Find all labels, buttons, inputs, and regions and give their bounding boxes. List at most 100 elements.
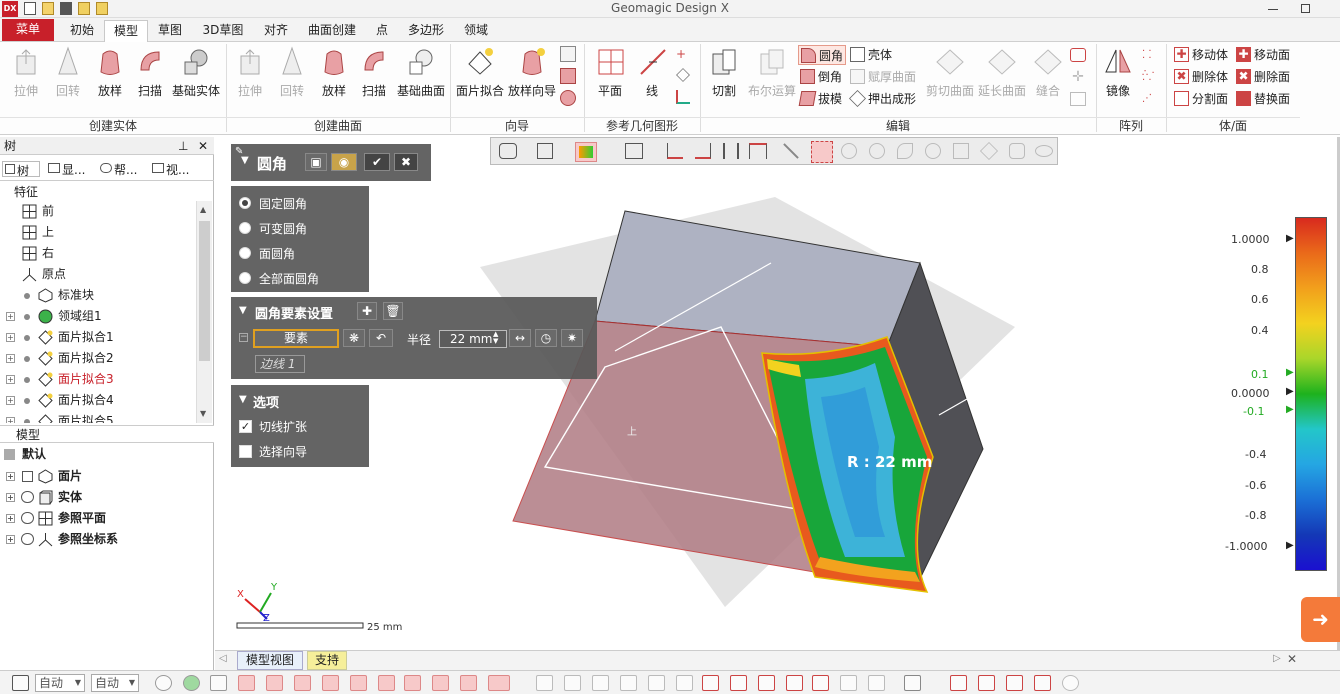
- scroll-up-icon[interactable]: ▲: [200, 205, 206, 214]
- delete-face-button[interactable]: ✖ 删除面: [1234, 67, 1294, 87]
- legend-zero-handle-icon[interactable]: ▶: [1286, 386, 1294, 397]
- circular-pattern-icon[interactable]: ∴ · · ·: [1142, 69, 1158, 86]
- move-body-button[interactable]: ✚ 移动体: [1172, 45, 1232, 65]
- eye-icon[interactable]: [21, 533, 34, 545]
- tree-scrollbar[interactable]: ▲ ▼: [196, 201, 212, 423]
- mode-variable-fillet[interactable]: 可变圆角: [239, 219, 365, 239]
- expand-icon[interactable]: +: [6, 375, 15, 384]
- tree-item-default[interactable]: 默认: [0, 444, 214, 465]
- radio-full-round[interactable]: [239, 272, 251, 284]
- restore-icon[interactable]: [1301, 4, 1310, 13]
- ref-point-icon[interactable]: +: [676, 48, 688, 60]
- fillet-button[interactable]: 圆角: [798, 45, 846, 65]
- visibility-dot[interactable]: [24, 419, 30, 423]
- expand-icon[interactable]: +: [6, 417, 15, 423]
- lock-button[interactable]: ▣: [305, 153, 327, 171]
- mode-face-fillet[interactable]: 面圆角: [239, 244, 365, 264]
- visibility-checkbox[interactable]: [22, 471, 33, 482]
- linear-pattern-icon[interactable]: · · · ·: [1142, 47, 1158, 64]
- delete-element-button[interactable]: 🗑: [383, 302, 403, 320]
- tree-item-origin[interactable]: 原点: [0, 264, 196, 285]
- tab-sketch[interactable]: 草图: [152, 20, 188, 42]
- scroll-thumb[interactable]: [199, 221, 210, 361]
- view-options-icon[interactable]: [904, 675, 921, 691]
- radius-estimate-button[interactable]: ◷: [535, 329, 557, 347]
- tab-model[interactable]: 模型: [104, 20, 148, 42]
- extend-surface-button[interactable]: 延长曲面: [976, 46, 1028, 99]
- expand-icon[interactable]: +: [6, 493, 15, 502]
- snap-icon-7[interactable]: [702, 675, 719, 691]
- filter-combo-1[interactable]: 自动 ▼: [35, 674, 85, 692]
- legend-lower-handle-icon[interactable]: ▶: [1286, 404, 1294, 415]
- tab-menu[interactable]: 菜单: [2, 19, 54, 41]
- legend-max-handle-icon[interactable]: ▶: [1286, 233, 1294, 244]
- tree-tab[interactable]: 树: [2, 161, 40, 178]
- eye-icon[interactable]: [21, 491, 34, 503]
- ref-polygon-icon[interactable]: [676, 68, 690, 82]
- tab-support[interactable]: 支持: [307, 651, 347, 670]
- measure-icon-4[interactable]: [1034, 675, 1051, 691]
- scroll-down-icon[interactable]: ▼: [200, 409, 206, 418]
- extrude-solid-button[interactable]: 拉伸: [6, 46, 46, 99]
- radio-variable[interactable]: [239, 222, 251, 234]
- radius-spinner-icon[interactable]: ▲ ▼: [493, 331, 498, 345]
- revolve-solid-button[interactable]: 回转: [48, 46, 88, 99]
- option-tangent-expansion[interactable]: ✓ 切线扩张: [239, 418, 365, 436]
- tree-item-ref-plane[interactable]: + 参照平面: [0, 508, 214, 529]
- filter-eye-icon-2[interactable]: [266, 675, 283, 691]
- tree-item-mesh-fit-3[interactable]: + 面片拟合3: [0, 369, 196, 390]
- revolve-surface-button[interactable]: 回转: [272, 46, 312, 99]
- primitive-surface-button[interactable]: 基础曲面: [394, 46, 448, 99]
- loft-surface-button[interactable]: 放样: [314, 46, 354, 99]
- snap-icon-4[interactable]: [620, 675, 637, 691]
- edit-small-icon-2[interactable]: ✛: [1070, 70, 1086, 84]
- grid-dots-icon[interactable]: [210, 675, 227, 691]
- emboss-button[interactable]: 押出成形: [848, 89, 918, 109]
- collapse-arrow-icon[interactable]: ▼: [241, 155, 249, 166]
- expand-icon[interactable]: +: [6, 535, 15, 544]
- eye-icon[interactable]: [21, 512, 34, 524]
- legend-upper-handle-icon[interactable]: ▶: [1286, 367, 1294, 378]
- trim-surface-button[interactable]: 剪切曲面: [924, 46, 976, 99]
- tree-item-mesh-fit-4[interactable]: + 面片拟合4: [0, 390, 196, 411]
- filter-eye-icon-5[interactable]: [350, 675, 367, 691]
- chamfer-button[interactable]: 倒角: [798, 67, 846, 87]
- tab-surface-create[interactable]: 曲面创建: [302, 20, 362, 42]
- close-icon[interactable]: ✕: [198, 137, 208, 155]
- measure-icon-3[interactable]: [1006, 675, 1023, 691]
- ref-coordinate-icon[interactable]: [676, 90, 690, 104]
- ok-button[interactable]: ✔: [364, 153, 390, 171]
- tree-item-mesh-fit-1[interactable]: + 面片拟合1: [0, 327, 196, 348]
- selection-wizard-checkbox[interactable]: [239, 445, 252, 458]
- radio-fixed[interactable]: [239, 197, 251, 209]
- boolean-button[interactable]: 布尔运算: [746, 46, 798, 99]
- cancel-button[interactable]: ✖: [394, 153, 418, 171]
- mode-fixed-fillet[interactable]: 固定圆角: [239, 194, 365, 214]
- primitive-solid-button[interactable]: 基础实体: [170, 46, 222, 99]
- filter-eye-icon-10[interactable]: [488, 675, 510, 691]
- pin-icon[interactable]: ⊥: [178, 137, 188, 155]
- sweep-surface-button[interactable]: 扫描: [354, 46, 394, 99]
- expand-icon[interactable]: +: [6, 472, 15, 481]
- filter-eye-icon-4[interactable]: [322, 675, 339, 691]
- snap-icon-1[interactable]: [536, 675, 553, 691]
- minimize-icon[interactable]: [1268, 9, 1278, 10]
- legend-min-handle-icon[interactable]: ▶: [1286, 540, 1294, 551]
- snap-icon-12[interactable]: [840, 675, 857, 691]
- visibility-dot[interactable]: [24, 398, 30, 404]
- radio-face[interactable]: [239, 247, 251, 259]
- collapse-arrow-icon[interactable]: ▼: [239, 394, 247, 405]
- globe-color-icon[interactable]: [183, 675, 200, 691]
- snap-icon-2[interactable]: [564, 675, 581, 691]
- loft-wizard-button[interactable]: 放样向导: [506, 46, 558, 99]
- delete-body-button[interactable]: ✖ 删除体: [1172, 67, 1232, 87]
- snap-icon-8[interactable]: [730, 675, 747, 691]
- edge-item[interactable]: 边线 1: [255, 355, 305, 373]
- tree-item-top[interactable]: 上: [0, 222, 196, 243]
- extrude-surface-button[interactable]: 拉伸: [230, 46, 270, 99]
- radius-settings-button[interactable]: ✷: [561, 329, 583, 347]
- tree-item-right[interactable]: 右: [0, 243, 196, 264]
- filter-eye-icon-1[interactable]: [238, 675, 255, 691]
- snap-icon-10[interactable]: [786, 675, 803, 691]
- preview-button[interactable]: ◉: [331, 153, 357, 171]
